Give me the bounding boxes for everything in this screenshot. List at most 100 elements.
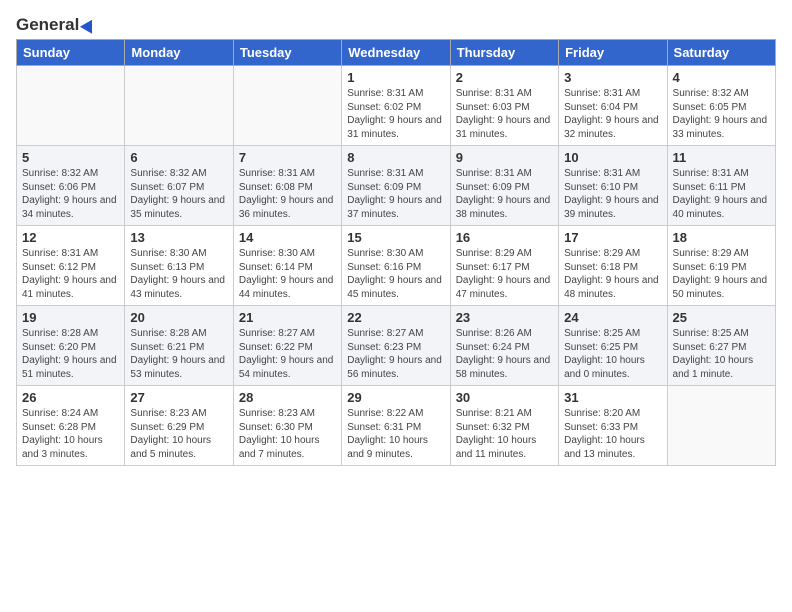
calendar-cell: 20Sunrise: 8:28 AM Sunset: 6:21 PM Dayli… bbox=[125, 306, 233, 386]
day-info: Sunrise: 8:29 AM Sunset: 6:17 PM Dayligh… bbox=[456, 247, 553, 301]
calendar-cell: 14Sunrise: 8:30 AM Sunset: 6:14 PM Dayli… bbox=[233, 226, 341, 306]
day-info: Sunrise: 8:26 AM Sunset: 6:24 PM Dayligh… bbox=[456, 327, 553, 381]
day-number: 25 bbox=[673, 310, 770, 325]
calendar-cell: 13 Sunrise: 8:30 AM Sunset: 6:13 PM Dayli… bbox=[125, 226, 233, 306]
day-info: Sunrise: 8:24 AM Sunset: 6:28 PM Dayligh… bbox=[22, 407, 119, 461]
day-number: 28 bbox=[239, 390, 336, 405]
col-header-thursday: Thursday bbox=[450, 40, 558, 66]
day-number: 20 bbox=[130, 310, 227, 325]
day-info: Sunrise: 8:31 AM Sunset: 6:02 PM Dayligh… bbox=[347, 87, 444, 141]
day-info: Sunrise: 8:32 AM Sunset: 6:05 PM Dayligh… bbox=[673, 87, 770, 141]
day-info: Sunrise: 8:25 AM Sunset: 6:25 PM Dayligh… bbox=[564, 327, 661, 381]
day-number: 10 bbox=[564, 150, 661, 165]
day-number: 13 bbox=[130, 230, 227, 245]
day-info: Sunrise: 8:27 AM Sunset: 6:22 PM Dayligh… bbox=[239, 327, 336, 381]
day-number: 3 bbox=[564, 70, 661, 85]
day-number: 30 bbox=[456, 390, 553, 405]
calendar-cell bbox=[17, 66, 125, 146]
calendar-cell: 23 Sunrise: 8:26 AM Sunset: 6:24 PM Dayli… bbox=[450, 306, 558, 386]
day-info: Sunrise: 8:31 AM Sunset: 6:12 PM Dayligh… bbox=[22, 247, 119, 301]
day-info: Sunrise: 8:31 AM Sunset: 6:10 PM Dayligh… bbox=[564, 167, 661, 221]
calendar-cell: 29 Sunrise: 8:22 AM Sunset: 6:31 PM Dayli… bbox=[342, 386, 450, 466]
day-number: 19 bbox=[22, 310, 119, 325]
day-number: 12 bbox=[22, 230, 119, 245]
calendar-cell: 3 Sunrise: 8:31 AM Sunset: 6:04 PM Daylig… bbox=[559, 66, 667, 146]
day-info: Sunrise: 8:25 AM Sunset: 6:27 PM Dayligh… bbox=[673, 327, 770, 381]
day-number: 11 bbox=[673, 150, 770, 165]
calendar-week-row: 12 Sunrise: 8:31 AM Sunset: 6:12 PM Dayli… bbox=[17, 226, 776, 306]
col-header-wednesday: Wednesday bbox=[342, 40, 450, 66]
day-number: 5 bbox=[22, 150, 119, 165]
page-header: General bbox=[16, 16, 776, 33]
day-info: Sunrise: 8:27 AM Sunset: 6:23 PM Dayligh… bbox=[347, 327, 444, 381]
calendar-header-row: SundayMondayTuesdayWednesdayThursdayFrid… bbox=[17, 40, 776, 66]
day-info: Sunrise: 8:29 AM Sunset: 6:19 PM Dayligh… bbox=[673, 247, 770, 301]
day-number: 17 bbox=[564, 230, 661, 245]
calendar-table: SundayMondayTuesdayWednesdayThursdayFrid… bbox=[16, 39, 776, 466]
calendar-cell: 22 Sunrise: 8:27 AM Sunset: 6:23 PM Dayli… bbox=[342, 306, 450, 386]
col-header-saturday: Saturday bbox=[667, 40, 775, 66]
calendar-cell: 30 Sunrise: 8:21 AM Sunset: 6:32 PM Dayli… bbox=[450, 386, 558, 466]
day-info: Sunrise: 8:31 AM Sunset: 6:04 PM Dayligh… bbox=[564, 87, 661, 141]
day-info: Sunrise: 8:31 AM Sunset: 6:03 PM Dayligh… bbox=[456, 87, 553, 141]
calendar-cell: 24 Sunrise: 8:25 AM Sunset: 6:25 PM Dayli… bbox=[559, 306, 667, 386]
day-info: Sunrise: 8:30 AM Sunset: 6:16 PM Dayligh… bbox=[347, 247, 444, 301]
calendar-cell: 1Sunrise: 8:31 AM Sunset: 6:02 PM Daylig… bbox=[342, 66, 450, 146]
day-number: 27 bbox=[130, 390, 227, 405]
day-info: Sunrise: 8:31 AM Sunset: 6:09 PM Dayligh… bbox=[456, 167, 553, 221]
col-header-sunday: Sunday bbox=[17, 40, 125, 66]
calendar-cell: 19 Sunrise: 8:28 AM Sunset: 6:20 PM Dayli… bbox=[17, 306, 125, 386]
day-info: Sunrise: 8:23 AM Sunset: 6:30 PM Dayligh… bbox=[239, 407, 336, 461]
day-number: 7 bbox=[239, 150, 336, 165]
day-info: Sunrise: 8:30 AM Sunset: 6:13 PM Dayligh… bbox=[130, 247, 227, 301]
calendar-cell: 15 Sunrise: 8:30 AM Sunset: 6:16 PM Dayli… bbox=[342, 226, 450, 306]
day-number: 31 bbox=[564, 390, 661, 405]
calendar-cell: 6Sunrise: 8:32 AM Sunset: 6:07 PM Daylig… bbox=[125, 146, 233, 226]
day-number: 4 bbox=[673, 70, 770, 85]
day-info: Sunrise: 8:31 AM Sunset: 6:09 PM Dayligh… bbox=[347, 167, 444, 221]
day-info: Sunrise: 8:32 AM Sunset: 6:06 PM Dayligh… bbox=[22, 167, 119, 221]
calendar-week-row: 19 Sunrise: 8:28 AM Sunset: 6:20 PM Dayli… bbox=[17, 306, 776, 386]
day-info: Sunrise: 8:29 AM Sunset: 6:18 PM Dayligh… bbox=[564, 247, 661, 301]
day-number: 16 bbox=[456, 230, 553, 245]
day-number: 15 bbox=[347, 230, 444, 245]
day-info: Sunrise: 8:21 AM Sunset: 6:32 PM Dayligh… bbox=[456, 407, 553, 461]
calendar-cell: 9 Sunrise: 8:31 AM Sunset: 6:09 PM Daylig… bbox=[450, 146, 558, 226]
day-info: Sunrise: 8:31 AM Sunset: 6:08 PM Dayligh… bbox=[239, 167, 336, 221]
calendar-cell: 25 Sunrise: 8:25 AM Sunset: 6:27 PM Dayli… bbox=[667, 306, 775, 386]
day-info: Sunrise: 8:20 AM Sunset: 6:33 PM Dayligh… bbox=[564, 407, 661, 461]
calendar-cell: 26Sunrise: 8:24 AM Sunset: 6:28 PM Dayli… bbox=[17, 386, 125, 466]
day-info: Sunrise: 8:22 AM Sunset: 6:31 PM Dayligh… bbox=[347, 407, 444, 461]
calendar-cell: 18 Sunrise: 8:29 AM Sunset: 6:19 PM Dayli… bbox=[667, 226, 775, 306]
calendar-cell: 11 Sunrise: 8:31 AM Sunset: 6:11 PM Dayli… bbox=[667, 146, 775, 226]
day-number: 21 bbox=[239, 310, 336, 325]
day-number: 22 bbox=[347, 310, 444, 325]
calendar-cell: 2Sunrise: 8:31 AM Sunset: 6:03 PM Daylig… bbox=[450, 66, 558, 146]
calendar-cell bbox=[125, 66, 233, 146]
calendar-cell: 10 Sunrise: 8:31 AM Sunset: 6:10 PM Dayli… bbox=[559, 146, 667, 226]
day-number: 9 bbox=[456, 150, 553, 165]
logo-icon bbox=[80, 16, 98, 33]
day-number: 24 bbox=[564, 310, 661, 325]
logo-line1: General bbox=[16, 16, 96, 33]
calendar-cell: 7 Sunrise: 8:31 AM Sunset: 6:08 PM Daylig… bbox=[233, 146, 341, 226]
day-number: 29 bbox=[347, 390, 444, 405]
col-header-monday: Monday bbox=[125, 40, 233, 66]
calendar-cell: 17 Sunrise: 8:29 AM Sunset: 6:18 PM Dayli… bbox=[559, 226, 667, 306]
day-number: 8 bbox=[347, 150, 444, 165]
day-number: 23 bbox=[456, 310, 553, 325]
day-info: Sunrise: 8:31 AM Sunset: 6:11 PM Dayligh… bbox=[673, 167, 770, 221]
calendar-cell: 21 Sunrise: 8:27 AM Sunset: 6:22 PM Dayli… bbox=[233, 306, 341, 386]
calendar-week-row: 5 Sunrise: 8:32 AM Sunset: 6:06 PM Daylig… bbox=[17, 146, 776, 226]
calendar-cell: 31 Sunrise: 8:20 AM Sunset: 6:33 PM Dayli… bbox=[559, 386, 667, 466]
day-number: 18 bbox=[673, 230, 770, 245]
calendar-week-row: 1Sunrise: 8:31 AM Sunset: 6:02 PM Daylig… bbox=[17, 66, 776, 146]
col-header-friday: Friday bbox=[559, 40, 667, 66]
calendar-cell: 28 Sunrise: 8:23 AM Sunset: 6:30 PM Dayli… bbox=[233, 386, 341, 466]
day-info: Sunrise: 8:32 AM Sunset: 6:07 PM Dayligh… bbox=[130, 167, 227, 221]
day-info: Sunrise: 8:30 AM Sunset: 6:14 PM Dayligh… bbox=[239, 247, 336, 301]
day-info: Sunrise: 8:28 AM Sunset: 6:20 PM Dayligh… bbox=[22, 327, 119, 381]
calendar-cell bbox=[667, 386, 775, 466]
calendar-cell: 12 Sunrise: 8:31 AM Sunset: 6:12 PM Dayli… bbox=[17, 226, 125, 306]
calendar-cell: 16 Sunrise: 8:29 AM Sunset: 6:17 PM Dayli… bbox=[450, 226, 558, 306]
